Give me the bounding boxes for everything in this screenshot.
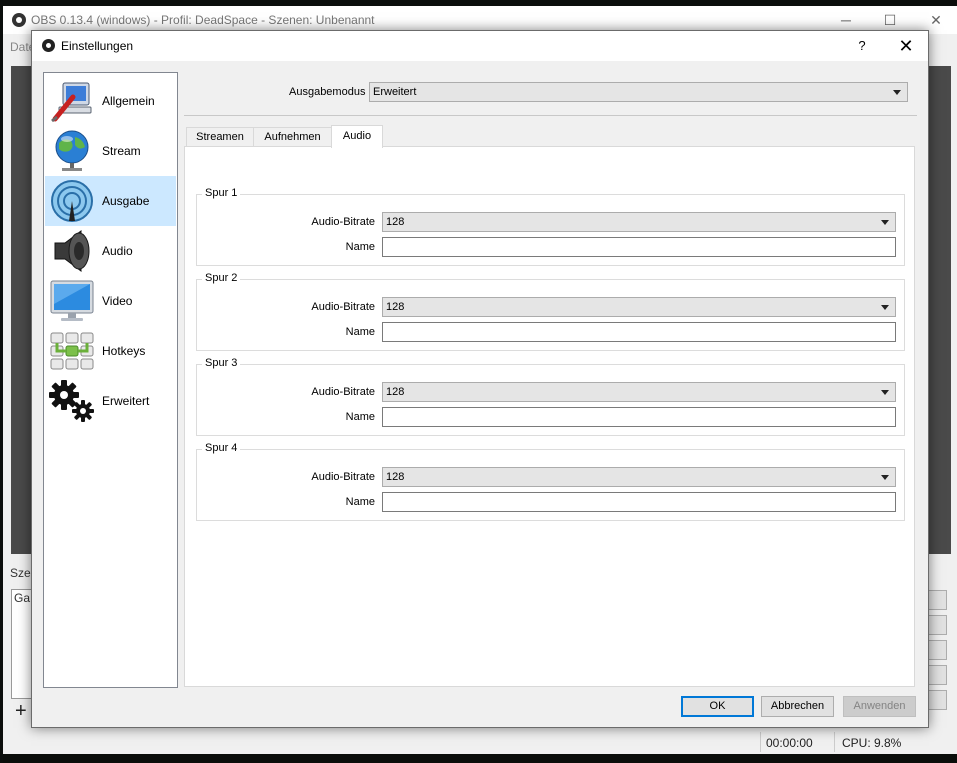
control-button[interactable] <box>927 640 947 660</box>
tab-aufnehmen[interactable]: Aufnehmen <box>253 127 332 147</box>
audio-bitrate-select[interactable]: 128 <box>382 212 896 232</box>
bitrate-label: Audio-Bitrate <box>311 216 375 228</box>
tab-streamen[interactable]: Streamen <box>186 127 254 147</box>
name-label: Name <box>345 326 375 338</box>
chevron-down-icon <box>893 90 901 95</box>
chevron-down-icon <box>881 220 889 225</box>
stream-globe-icon <box>55 130 89 171</box>
sidebar-item-label: Video <box>102 294 133 308</box>
track-group-4: Spur 4 Audio-Bitrate 128 Name <box>196 442 905 521</box>
status-divider <box>834 732 835 752</box>
bitrate-value: 128 <box>386 216 405 228</box>
track-group-1: Spur 1 Audio-Bitrate 128 Name <box>196 187 905 266</box>
main-window-title: OBS 0.13.4 (windows) - Profil: DeadSpace… <box>31 13 375 27</box>
settings-sidebar: Allgemein Stream Ausgabe Audio Video Hot… <box>43 72 178 688</box>
sidebar-item-allgemein[interactable]: Allgemein <box>45 76 176 126</box>
dialog-titlebar: Einstellungen ? ✕ <box>32 31 928 61</box>
general-icon <box>51 82 92 123</box>
status-divider <box>760 732 761 752</box>
bitrate-label: Audio-Bitrate <box>311 386 375 398</box>
gears-icon <box>49 380 94 422</box>
dialog-close-button[interactable]: ✕ <box>894 35 918 57</box>
minimize-button[interactable]: ─ <box>831 10 861 30</box>
track-name-input[interactable] <box>382 492 896 512</box>
obs-logo-icon <box>42 39 55 52</box>
sidebar-item-video[interactable]: Video <box>45 276 176 326</box>
name-label: Name <box>345 241 375 253</box>
settings-content: Ausgabemodus Erweitert Streamen Aufnehme… <box>184 72 917 688</box>
speaker-icon <box>54 230 90 272</box>
bitrate-value: 128 <box>386 386 405 398</box>
control-button[interactable] <box>927 590 947 610</box>
obs-logo-icon <box>12 13 26 27</box>
apply-button[interactable]: Anwenden <box>843 696 916 717</box>
track-group-3: Spur 3 Audio-Bitrate 128 Name <box>196 357 905 436</box>
bitrate-value: 128 <box>386 301 405 313</box>
name-label: Name <box>345 496 375 508</box>
sidebar-item-label: Ausgabe <box>102 194 150 208</box>
track-title: Spur 1 <box>202 187 241 199</box>
name-label: Name <box>345 411 375 423</box>
sidebar-item-label: Allgemein <box>102 94 155 108</box>
track-title: Spur 4 <box>202 442 241 454</box>
control-button[interactable] <box>927 690 947 710</box>
chevron-down-icon <box>881 305 889 310</box>
cancel-button[interactable]: Abbrechen <box>761 696 834 717</box>
help-button[interactable]: ? <box>852 36 872 56</box>
sidebar-item-stream[interactable]: Stream <box>45 126 176 176</box>
sidebar-item-label: Erweitert <box>102 394 150 408</box>
track-name-input[interactable] <box>382 322 896 342</box>
sidebar-item-label: Audio <box>102 244 133 258</box>
ok-button[interactable]: OK <box>681 696 754 717</box>
sidebar-item-label: Stream <box>102 144 141 158</box>
bitrate-label: Audio-Bitrate <box>311 471 375 483</box>
status-cpu: CPU: 9.8% <box>842 736 902 750</box>
track-title: Spur 3 <box>202 357 241 369</box>
dialog-title: Einstellungen <box>61 39 134 53</box>
output-mode-label: Ausgabemodus <box>289 86 366 98</box>
bitrate-value: 128 <box>386 471 405 483</box>
scene-item[interactable]: Ga <box>14 591 30 605</box>
track-name-input[interactable] <box>382 237 896 257</box>
sidebar-item-audio[interactable]: Audio <box>45 226 176 276</box>
audio-bitrate-select[interactable]: 128 <box>382 382 896 402</box>
chevron-down-icon <box>881 390 889 395</box>
bitrate-label: Audio-Bitrate <box>311 301 375 313</box>
output-broadcast-icon <box>51 180 93 222</box>
track-title: Spur 2 <box>202 272 241 284</box>
track-group-2: Spur 2 Audio-Bitrate 128 Name <box>196 272 905 351</box>
sidebar-item-label: Hotkeys <box>102 344 146 358</box>
sidebar-item-erweitert[interactable]: Erweitert <box>45 376 176 426</box>
sidebar-item-ausgabe[interactable]: Ausgabe <box>45 176 176 226</box>
output-mode-value: Erweitert <box>373 86 417 98</box>
status-time: 00:00:00 <box>766 736 813 750</box>
divider <box>184 115 917 116</box>
maximize-button[interactable]: ☐ <box>875 10 905 30</box>
audio-bitrate-select[interactable]: 128 <box>382 467 896 487</box>
control-button[interactable] <box>927 615 947 635</box>
audio-tab-panel: Spur 1 Audio-Bitrate 128 Name Spur 2 Aud… <box>184 146 915 687</box>
keyboard-icon <box>50 332 94 370</box>
main-close-button[interactable]: ✕ <box>921 10 951 30</box>
tab-audio[interactable]: Audio <box>331 125 383 148</box>
track-name-input[interactable] <box>382 407 896 427</box>
control-button[interactable] <box>927 665 947 685</box>
audio-bitrate-select[interactable]: 128 <box>382 297 896 317</box>
chevron-down-icon <box>881 475 889 480</box>
settings-dialog: Einstellungen ? ✕ Allgemein Stream Ausga… <box>31 30 929 728</box>
sidebar-item-hotkeys[interactable]: Hotkeys <box>45 326 176 376</box>
monitor-icon <box>50 280 94 321</box>
output-mode-select[interactable]: Erweitert <box>369 82 908 102</box>
add-scene-button[interactable]: + <box>15 700 27 723</box>
